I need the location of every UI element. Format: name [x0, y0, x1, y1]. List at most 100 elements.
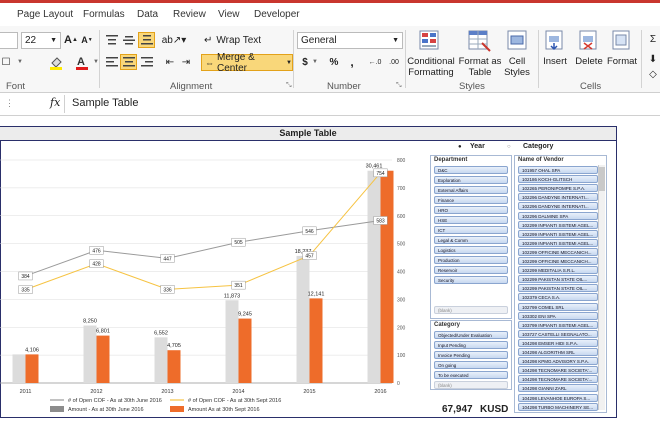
slicer-item[interactable]: 104298 TURBO MACHINERY SE...: [518, 402, 598, 411]
slicer-item[interactable]: 102186 KOCH-GLITSCH: [518, 175, 598, 184]
slicer-item[interactable]: Input Pending: [434, 341, 508, 349]
decrease-indent-button[interactable]: ⇤: [163, 55, 177, 69]
slicer-item[interactable]: Objected/Under Evaluation: [434, 331, 508, 339]
slicer-item[interactable]: Finance: [434, 196, 508, 204]
slicer-item[interactable]: 102299 INPIANTI SISTEMI AGEL...: [518, 229, 598, 238]
merge-center-button[interactable]: ⇔ Merge & Center ▼: [201, 52, 293, 74]
slicer-item[interactable]: 103727 CASTELLI SEGNALATO...: [518, 329, 598, 338]
number-format-box[interactable]: General ▼: [297, 32, 403, 49]
chevron-down-icon[interactable]: ▼: [312, 57, 318, 67]
slicer-item[interactable]: Legal & Comm: [434, 236, 508, 244]
align-center-button[interactable]: [120, 54, 137, 70]
font-color-button[interactable]: A: [73, 53, 91, 71]
scrollbar-thumb[interactable]: [599, 167, 605, 191]
slicer-item[interactable]: D&C: [434, 166, 508, 174]
slicer-item[interactable]: 102296 DANDYNE INTERNATI...: [518, 202, 598, 211]
align-middle-button[interactable]: [121, 33, 137, 47]
align-right-button[interactable]: [139, 55, 155, 69]
percent-button[interactable]: %: [327, 55, 341, 69]
vendor-scrollbar[interactable]: [598, 165, 605, 410]
slicer-item[interactable]: 104298 LEVANHOE EUROPA S...: [518, 393, 598, 402]
slicer-item[interactable]: Invoice Pending: [434, 351, 508, 359]
tab-developer[interactable]: Developer: [254, 9, 300, 20]
department-slicer: Department D&C Exploration External Affair…: [430, 155, 512, 319]
slicer-item-empty[interactable]: (blank): [434, 306, 508, 314]
chevron-down-icon[interactable]: ▼: [16, 55, 24, 69]
conditional-formatting-button[interactable]: [418, 29, 444, 53]
slicer-item[interactable]: 102265 PERONIPOMPE S.P.A.: [518, 184, 598, 193]
fill-icon[interactable]: ⬇: [646, 52, 660, 66]
dialog-launcher-icon[interactable]: ⤡: [286, 82, 292, 90]
slicer-item[interactable]: 102299 PAKISTAN STATE OIL...: [518, 275, 598, 284]
fx-icon[interactable]: fx: [50, 96, 60, 109]
slicer-item[interactable]: Exploration: [434, 176, 508, 184]
currency-button[interactable]: $: [298, 55, 312, 69]
decrease-decimal-button[interactable]: .00: [386, 54, 402, 70]
slicer-item[interactable]: Logistics: [434, 246, 508, 254]
radio-year-label[interactable]: Year: [470, 143, 485, 150]
slicer-item[interactable]: 103799 INPIANTI SISTEMI AGEL...: [518, 320, 598, 329]
radio-year-dot-icon[interactable]: ●: [458, 144, 462, 150]
tab-data[interactable]: Data: [137, 9, 158, 20]
orientation-button[interactable]: ab↗▾: [162, 33, 187, 47]
slicer-item[interactable]: 102299 INPIANTI SISTEMI AGEL...: [518, 238, 598, 247]
slicer-item[interactable]: 102299 MEDITALIA S.R.L.: [518, 266, 598, 275]
slicer-item[interactable]: 102299 INPIANTI SISTEMI AGEL...: [518, 220, 598, 229]
slicer-item[interactable]: ICT: [434, 226, 508, 234]
autosum-icon[interactable]: Σ: [646, 32, 660, 46]
slicer-item[interactable]: 102299 PAKISTAN STATE OIL...: [518, 284, 598, 293]
slicer-item[interactable]: 103302 ENI SPA: [518, 311, 598, 320]
comma-style-button[interactable]: ,: [345, 55, 359, 69]
slicer-item[interactable]: 102296 DALMINE SPA: [518, 211, 598, 220]
more-options-icon[interactable]: ⋮: [5, 98, 14, 109]
borders-icon[interactable]: ☐: [0, 55, 12, 69]
slicer-item[interactable]: Security: [434, 276, 508, 284]
align-top-button[interactable]: [104, 33, 120, 47]
slicer-item[interactable]: 102799 COMEL SRL: [518, 302, 598, 311]
slicer-item[interactable]: 102299 OFFICINE MECCANICH...: [518, 257, 598, 265]
font-size-value: 22: [25, 35, 37, 46]
slicer-item[interactable]: Reservoir: [434, 266, 508, 274]
radio-category-dot-icon[interactable]: ○: [507, 144, 511, 150]
tab-review[interactable]: Review: [173, 9, 206, 20]
slicer-item[interactable]: External Affairs: [434, 186, 508, 194]
tab-view[interactable]: View: [218, 9, 240, 20]
clear-icon[interactable]: ◇: [646, 68, 660, 80]
slicer-item-empty[interactable]: (blank): [434, 381, 508, 389]
slicer-item[interactable]: 101957 OHAL SPA: [518, 166, 598, 174]
slicer-item[interactable]: 104298 ALGORITHM SRL: [518, 348, 598, 356]
format-cells-button[interactable]: [611, 29, 633, 53]
delete-cells-button[interactable]: [578, 29, 600, 53]
increase-decimal-button[interactable]: ←.0: [367, 54, 383, 70]
insert-cells-button[interactable]: [544, 29, 566, 53]
slicer-item[interactable]: 102379 CECA S.A.: [518, 293, 598, 302]
increase-indent-button[interactable]: ⇥: [179, 55, 193, 69]
slicer-item[interactable]: 104298 TECNOMARE SOCIETA'...: [518, 366, 598, 375]
formula-input[interactable]: Sample Table: [72, 97, 138, 109]
slicer-item[interactable]: Production: [434, 256, 508, 264]
wrap-text-button[interactable]: ↵ Wrap Text: [201, 32, 271, 48]
slicer-item[interactable]: 102296 DANDYNE INTERNATI...: [518, 193, 598, 202]
dialog-launcher-icon[interactable]: ⤡: [396, 82, 402, 90]
format-as-table-button[interactable]: [467, 29, 493, 53]
slicer-item[interactable]: 104298 TECNOMARE SOCIETA'...: [518, 375, 598, 384]
radio-category-label[interactable]: Category: [523, 143, 553, 150]
slicer-item[interactable]: 102299 OFFICINE MECCANICH...: [518, 247, 598, 256]
font-size-box[interactable]: 22 ▼: [21, 32, 61, 49]
tab-page-layout[interactable]: Page Layout: [17, 9, 73, 20]
tab-formulas[interactable]: Formulas: [83, 9, 125, 20]
grow-font-button[interactable]: A ▲: [64, 33, 78, 47]
font-name-box[interactable]: [0, 32, 18, 49]
slicer-item[interactable]: To be executed: [434, 371, 508, 379]
align-bottom-button[interactable]: [138, 32, 155, 48]
slicer-item[interactable]: 104298 GIANNI ZARL: [518, 384, 598, 393]
slicer-item[interactable]: HRO: [434, 206, 508, 214]
slicer-item[interactable]: HSE: [434, 216, 508, 224]
slicer-item[interactable]: 104298 KPMG ADVISORY S.P.A.: [518, 357, 598, 366]
slicer-item[interactable]: 104298 EMSER HIDI S.P.A.: [518, 338, 598, 347]
shrink-font-button[interactable]: A ▼: [80, 33, 94, 47]
slicer-item[interactable]: On going: [434, 361, 508, 369]
fill-color-button[interactable]: [47, 53, 65, 71]
align-left-button[interactable]: [104, 55, 120, 69]
cell-styles-button[interactable]: [506, 29, 530, 53]
